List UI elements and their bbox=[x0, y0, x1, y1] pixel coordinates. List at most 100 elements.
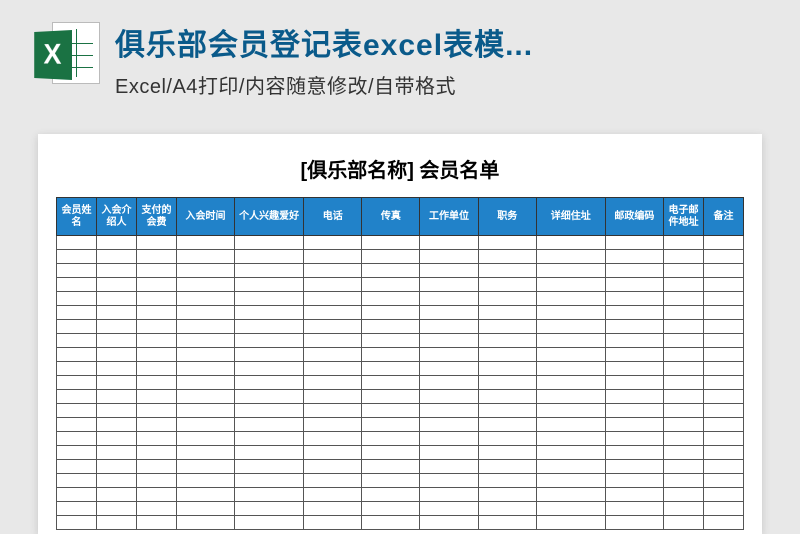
table-cell bbox=[420, 488, 478, 502]
table-cell bbox=[304, 320, 362, 334]
col-header: 入会介绍人 bbox=[96, 198, 136, 236]
table-cell bbox=[703, 250, 743, 264]
table-cell bbox=[536, 250, 605, 264]
table-cell bbox=[96, 418, 136, 432]
table-cell bbox=[304, 502, 362, 516]
table-cell bbox=[57, 334, 97, 348]
table-cell bbox=[663, 460, 703, 474]
table-cell bbox=[605, 278, 663, 292]
table-cell bbox=[663, 264, 703, 278]
table-cell bbox=[96, 390, 136, 404]
table-cell bbox=[605, 516, 663, 530]
table-row bbox=[57, 390, 744, 404]
table-cell bbox=[663, 516, 703, 530]
table-cell bbox=[304, 474, 362, 488]
table-cell bbox=[663, 292, 703, 306]
table-cell bbox=[478, 460, 536, 474]
table-cell bbox=[362, 502, 420, 516]
table-cell bbox=[57, 278, 97, 292]
table-cell bbox=[136, 348, 176, 362]
table-cell bbox=[362, 334, 420, 348]
col-header: 工作单位 bbox=[420, 198, 478, 236]
table-cell bbox=[362, 264, 420, 278]
table-cell bbox=[478, 334, 536, 348]
table-row bbox=[57, 320, 744, 334]
table-cell bbox=[57, 418, 97, 432]
table-cell bbox=[420, 320, 478, 334]
table-row bbox=[57, 236, 744, 250]
table-cell bbox=[605, 362, 663, 376]
table-cell bbox=[304, 376, 362, 390]
table-cell bbox=[304, 418, 362, 432]
table-cell bbox=[176, 320, 234, 334]
table-cell bbox=[136, 334, 176, 348]
table-cell bbox=[420, 446, 478, 460]
table-cell bbox=[478, 418, 536, 432]
table-cell bbox=[235, 390, 304, 404]
excel-icon-letter: X bbox=[43, 38, 61, 71]
table-cell bbox=[703, 418, 743, 432]
table-cell bbox=[703, 404, 743, 418]
table-cell bbox=[478, 264, 536, 278]
table-cell bbox=[304, 488, 362, 502]
col-header: 邮政编码 bbox=[605, 198, 663, 236]
table-cell bbox=[235, 474, 304, 488]
table-cell bbox=[703, 474, 743, 488]
table-cell bbox=[420, 306, 478, 320]
table-cell bbox=[176, 278, 234, 292]
table-cell bbox=[536, 264, 605, 278]
table-cell bbox=[420, 334, 478, 348]
table-row bbox=[57, 460, 744, 474]
table-cell bbox=[478, 432, 536, 446]
table-cell bbox=[235, 418, 304, 432]
table-cell bbox=[57, 488, 97, 502]
table-cell bbox=[176, 446, 234, 460]
table-cell bbox=[605, 320, 663, 334]
header-section: X 俱乐部会员登记表excel表模... Excel/A4打印/内容随意修改/自… bbox=[0, 0, 800, 114]
col-header: 会员姓名 bbox=[57, 198, 97, 236]
table-cell bbox=[478, 320, 536, 334]
table-cell bbox=[304, 362, 362, 376]
table-cell bbox=[235, 516, 304, 530]
table-row bbox=[57, 516, 744, 530]
table-cell bbox=[362, 390, 420, 404]
table-cell bbox=[478, 446, 536, 460]
table-cell bbox=[703, 278, 743, 292]
table-cell bbox=[420, 362, 478, 376]
table-cell bbox=[57, 502, 97, 516]
table-cell bbox=[304, 278, 362, 292]
table-cell bbox=[304, 306, 362, 320]
table-cell bbox=[235, 236, 304, 250]
table-cell bbox=[536, 460, 605, 474]
table-cell bbox=[96, 404, 136, 418]
table-cell bbox=[605, 446, 663, 460]
table-cell bbox=[57, 516, 97, 530]
table-cell bbox=[536, 362, 605, 376]
table-cell bbox=[605, 502, 663, 516]
table-cell bbox=[136, 362, 176, 376]
table-cell bbox=[96, 278, 136, 292]
table-cell bbox=[304, 292, 362, 306]
table-cell bbox=[478, 236, 536, 250]
table-cell bbox=[536, 502, 605, 516]
table-cell bbox=[605, 390, 663, 404]
table-cell bbox=[136, 320, 176, 334]
table-row bbox=[57, 376, 744, 390]
table-cell bbox=[663, 250, 703, 264]
table-cell bbox=[703, 432, 743, 446]
table-cell bbox=[663, 404, 703, 418]
table-cell bbox=[136, 474, 176, 488]
table-cell bbox=[478, 306, 536, 320]
table-cell bbox=[96, 432, 136, 446]
table-cell bbox=[235, 460, 304, 474]
table-cell bbox=[420, 236, 478, 250]
table-cell bbox=[605, 418, 663, 432]
col-header: 电话 bbox=[304, 198, 362, 236]
table-cell bbox=[605, 432, 663, 446]
table-cell bbox=[703, 390, 743, 404]
table-cell bbox=[420, 432, 478, 446]
table-cell bbox=[536, 320, 605, 334]
table-cell bbox=[96, 264, 136, 278]
table-cell bbox=[136, 376, 176, 390]
table-cell bbox=[176, 362, 234, 376]
